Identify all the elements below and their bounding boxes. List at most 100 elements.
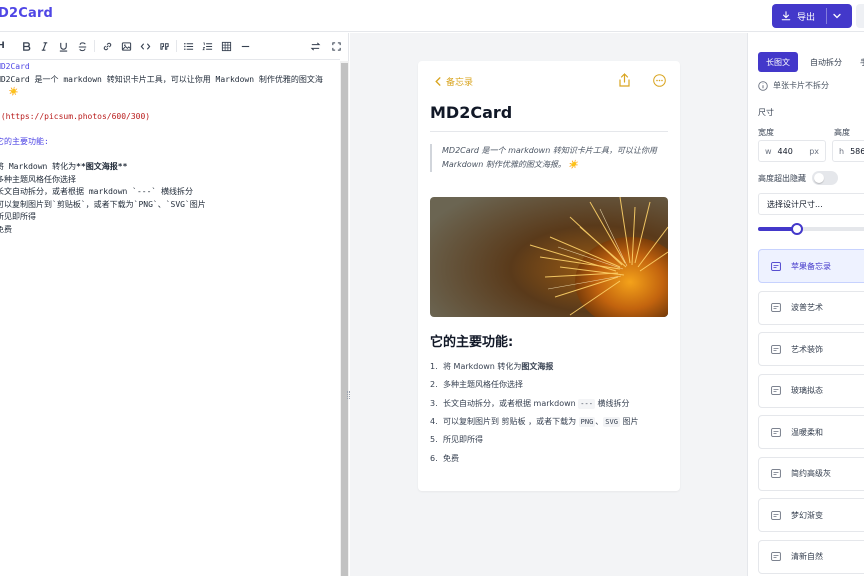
list-item: 5. 所见即所得 <box>430 434 483 445</box>
italic-icon <box>41 41 47 51</box>
editor-line: MD2Card 是一个 markdown 转知识卡片工具，可以让你用 Markd… <box>0 74 323 86</box>
height-input[interactable]: h 586 <box>832 140 864 162</box>
sync-scroll-button[interactable] <box>308 39 322 53</box>
card-blockquote: MD2Card 是一个 markdown 转知识卡片工具，可以让你用 Markd… <box>430 144 668 172</box>
back-label: 备忘录 <box>446 78 474 88</box>
card-section-heading: 它的主要功能: <box>430 335 514 350</box>
markdown-editor: H MD2Card MD2Card 是一个 markdown 转知识卡片工具，可以… <box>0 33 350 576</box>
underline-button[interactable] <box>56 39 70 53</box>
theme-card-icon <box>771 303 781 312</box>
list-item-code2: SVG <box>603 416 620 427</box>
export-button[interactable]: 导出 <box>772 4 852 28</box>
theme-option[interactable]: 温暖柔和 <box>758 415 864 449</box>
design-size-select[interactable]: 选择设计尺寸... <box>758 193 864 215</box>
list-item-num: 5. <box>430 435 438 445</box>
editor-line: 免费 <box>0 224 12 236</box>
list-item-code: --- <box>578 398 595 409</box>
theme-option[interactable]: 清新自然 <box>758 539 864 574</box>
list-item-pre: 免费 <box>443 453 459 463</box>
editor-line: 可以复制图片到`剪贴板`，或者下载为`PNG`、`SVG`图片 <box>0 199 206 211</box>
bold-icon <box>22 41 30 51</box>
editor-line: 将 Markdown 转化为**图文海报** <box>0 161 127 173</box>
theme-option-label: 梦幻渐变 <box>791 510 823 520</box>
heading-button[interactable]: H <box>0 39 8 53</box>
italic-button[interactable] <box>37 39 51 53</box>
editor-line-segment: 将 Markdown 转化为 <box>0 162 77 171</box>
list-item-post: 横线拆分 <box>594 398 630 408</box>
code-button[interactable] <box>138 39 152 53</box>
info-icon <box>758 80 768 91</box>
editor-toolbar: H <box>0 33 343 60</box>
tab-long-card[interactable]: 长图文 <box>758 52 798 72</box>
theme-option-label: 波普艺术 <box>791 303 823 312</box>
theme-option[interactable]: 波普艺术 <box>758 290 864 325</box>
list-item-pre: 所见即所得 <box>443 435 483 445</box>
theme-option[interactable]: 艺术装饰 <box>758 332 864 366</box>
theme-card-icon <box>771 510 781 520</box>
more-options-icon[interactable] <box>653 74 666 87</box>
tab-auto-split[interactable]: 自动拆分 <box>804 52 848 72</box>
editor-line-segment: 长文自动拆分，或者根据 markdown `---` 横线拆分 <box>0 187 194 196</box>
tab-manual-split[interactable]: 手 <box>854 52 864 72</box>
app-header: D2Card 导出 <box>0 0 864 32</box>
theme-option[interactable]: 玻璃拟态 <box>758 373 864 408</box>
horizontal-rule-button[interactable] <box>238 39 252 53</box>
image-button[interactable] <box>119 39 133 53</box>
editor-line-segment: ](https://picsum.photos/600/300) <box>0 112 151 121</box>
theme-option[interactable]: 苹果备忘录 <box>758 249 864 283</box>
list-item-num: 2. <box>430 380 438 390</box>
fullscreen-icon <box>331 41 341 51</box>
fullscreen-button[interactable] <box>329 39 343 53</box>
editor-line-segment: 所见即所得 <box>0 212 36 221</box>
scale-slider-thumb[interactable] <box>790 223 803 235</box>
theme-card-icon <box>771 261 781 271</box>
ordered-list-button[interactable] <box>200 39 214 53</box>
width-prefix: w <box>765 146 772 156</box>
back-link[interactable]: 备忘录 <box>434 75 473 88</box>
strikethrough-button[interactable] <box>75 39 89 53</box>
share-icon[interactable] <box>618 73 631 87</box>
editor-scrollbar-thumb[interactable] <box>341 63 348 576</box>
card-title: MD2Card <box>430 103 513 122</box>
table-button[interactable] <box>219 39 233 53</box>
ordered-list-icon <box>201 41 212 50</box>
editor-line: 它的主要功能: <box>0 136 49 148</box>
list-item: 2. 多种主题风格任你选择 <box>430 379 523 390</box>
quote-button[interactable] <box>157 39 171 53</box>
editor-line: 所见即所得 <box>0 211 36 223</box>
list-item-pre: 长文自动拆分，或者根据 markdown <box>443 398 579 408</box>
width-unit: px <box>809 146 819 156</box>
bullet-list-button[interactable] <box>181 39 195 53</box>
height-value: 586 <box>850 146 864 156</box>
list-item-num: 3. <box>430 398 438 408</box>
table-icon <box>221 41 231 51</box>
header-extra-button[interactable] <box>856 4 864 28</box>
editor-line: 长文自动拆分，或者根据 markdown `---` 横线拆分 <box>0 186 193 198</box>
overflow-hidden-toggle[interactable] <box>812 171 838 185</box>
export-label: 导出 <box>797 12 816 23</box>
download-icon <box>781 11 791 21</box>
theme-card-icon <box>771 386 781 395</box>
theme-card-icon <box>771 427 781 437</box>
list-item-code: PNG <box>578 416 596 427</box>
list-item-bold: 图文海报 <box>521 362 554 371</box>
theme-card-icon <box>771 344 781 354</box>
chevron-down-icon[interactable] <box>832 11 842 21</box>
editor-line-segment: 多种主题风格任你选择 <box>0 174 76 184</box>
scale-slider[interactable] <box>758 223 864 235</box>
preview-pane: 备忘录 MD2Card MD2Card 是一个 markdown 转知识卡片工具… <box>350 33 747 576</box>
theme-option[interactable]: 梦幻渐变 <box>758 498 864 532</box>
theme-option-label: 艺术装饰 <box>791 344 823 354</box>
strikethrough-icon <box>78 41 86 51</box>
preview-card: 备忘录 MD2Card MD2Card 是一个 markdown 转知识卡片工具… <box>418 61 680 491</box>
list-item-num: 4. <box>430 416 438 426</box>
bold-button[interactable] <box>19 39 33 53</box>
title-divider <box>430 131 668 132</box>
theme-option[interactable]: 简约高级灰 <box>758 456 864 491</box>
quote-icon <box>159 42 169 50</box>
width-input[interactable]: w 440 px <box>758 140 826 162</box>
theme-option-label: 苹果备忘录 <box>791 261 831 271</box>
height-label: 高度 <box>834 128 850 137</box>
link-button[interactable] <box>100 39 114 53</box>
editor-line-segment: MD2Card 是一个 markdown 转知识卡片工具，可以让你用 Markd… <box>0 74 323 84</box>
